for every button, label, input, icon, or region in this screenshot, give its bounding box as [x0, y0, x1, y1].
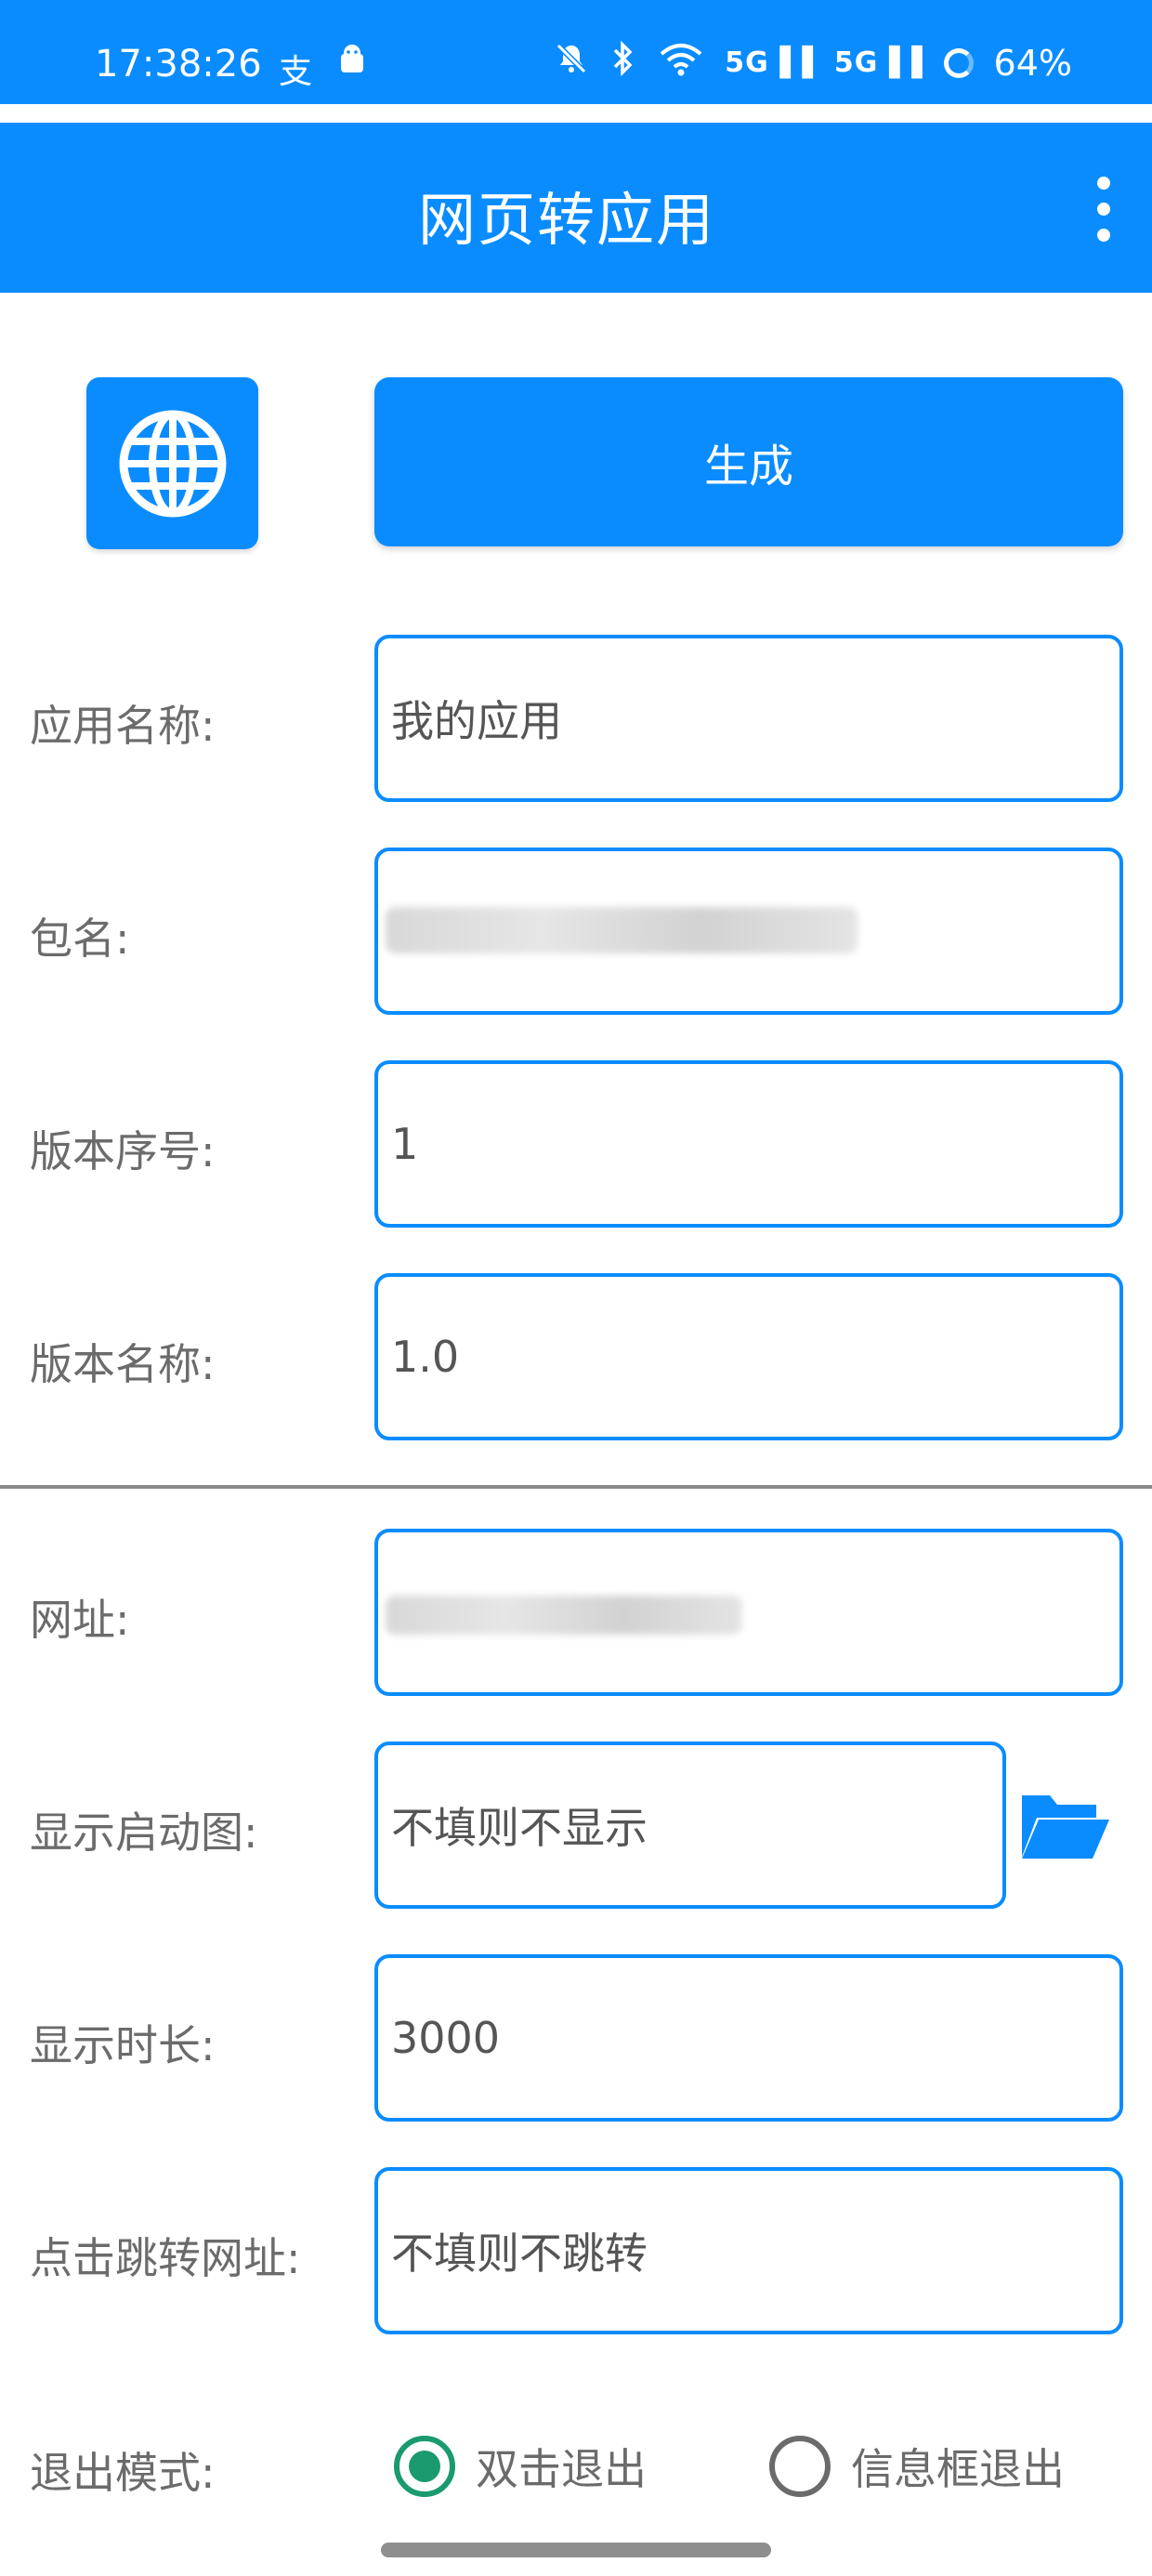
version-code-value: 1	[391, 1119, 419, 1169]
app-name-value: 我的应用	[391, 696, 562, 746]
radio-checked-icon[interactable]	[394, 2436, 455, 2497]
folder-open-icon	[1022, 1795, 1109, 1859]
android-icon	[338, 45, 366, 93]
url-input[interactable]	[374, 1529, 1123, 1696]
redacted-package-value	[386, 907, 857, 953]
globe-icon	[119, 410, 226, 517]
section-divider	[0, 1485, 1152, 1489]
package-input[interactable]	[374, 848, 1123, 1015]
version-code-input[interactable]: 1	[374, 1060, 1123, 1228]
status-time: 17:38:26	[95, 43, 262, 85]
exit-mode-label: 退出模式:	[30, 2448, 216, 2498]
notification-icons: 支	[279, 45, 366, 93]
signal-5g-icon: 5G▐▐	[725, 46, 814, 79]
folder-button[interactable]	[1018, 1786, 1111, 1866]
splash-placeholder: 不填则不显示	[391, 1803, 648, 1853]
signal-label: 5G	[725, 46, 769, 79]
app-name-label: 应用名称:	[30, 701, 216, 751]
duration-input[interactable]: 3000	[374, 1954, 1123, 2122]
status-bar: 17:38:26 支 5G▐▐ 5G▐▐ 64%	[0, 0, 1152, 104]
app-bar: 网页转应用	[0, 123, 1152, 293]
system-status-icons: 5G▐▐ 5G▐▐ 64%	[554, 40, 1072, 85]
splash-image-input[interactable]: 不填则不显示	[374, 1741, 1006, 1909]
package-label: 包名:	[30, 913, 130, 964]
home-indicator[interactable]	[381, 2543, 771, 2557]
signal-label-2: 5G	[833, 46, 879, 79]
click-url-placeholder: 不填则不跳转	[391, 2228, 648, 2279]
overflow-menu-button[interactable]	[1085, 177, 1122, 242]
app-icon-button[interactable]	[86, 377, 258, 549]
version-name-value: 1.0	[391, 1332, 460, 1382]
exit-option-double-tap[interactable]: 双击退出	[394, 2429, 647, 2504]
mute-icon	[554, 41, 589, 85]
redacted-url-value	[386, 1596, 742, 1635]
wifi-icon	[658, 41, 704, 85]
generate-button[interactable]: 生成	[374, 377, 1123, 546]
app-name-input[interactable]: 我的应用	[374, 635, 1123, 802]
page-title: 网页转应用	[417, 186, 715, 254]
version-name-input[interactable]: 1.0	[374, 1273, 1123, 1440]
exit-option-label: 双击退出	[476, 2444, 647, 2494]
alipay-icon: 支	[279, 53, 313, 91]
status-gap	[0, 104, 1152, 123]
battery-percent: 64%	[993, 42, 1072, 84]
click-url-label: 点击跳转网址:	[30, 2233, 301, 2283]
splash-label: 显示启动图:	[30, 1807, 258, 1858]
menu-dot-icon	[1097, 177, 1110, 190]
duration-value: 3000	[391, 2013, 501, 2063]
version-name-label: 版本名称:	[30, 1339, 216, 1389]
exit-option-label: 信息框退出	[851, 2444, 1065, 2494]
exit-option-dialog[interactable]: 信息框退出	[769, 2429, 1065, 2504]
radio-unchecked-icon[interactable]	[769, 2436, 831, 2497]
click-url-input[interactable]: 不填则不跳转	[374, 2167, 1123, 2334]
duration-label: 显示时长:	[30, 2020, 216, 2070]
signal-5g-icon-2: 5G▐▐	[833, 46, 923, 79]
battery-icon	[943, 47, 974, 78]
menu-dot-icon	[1097, 229, 1110, 242]
url-label: 网址:	[30, 1595, 130, 1645]
menu-dot-icon	[1097, 203, 1110, 216]
bluetooth-icon	[609, 40, 637, 85]
version-code-label: 版本序号:	[30, 1126, 216, 1176]
